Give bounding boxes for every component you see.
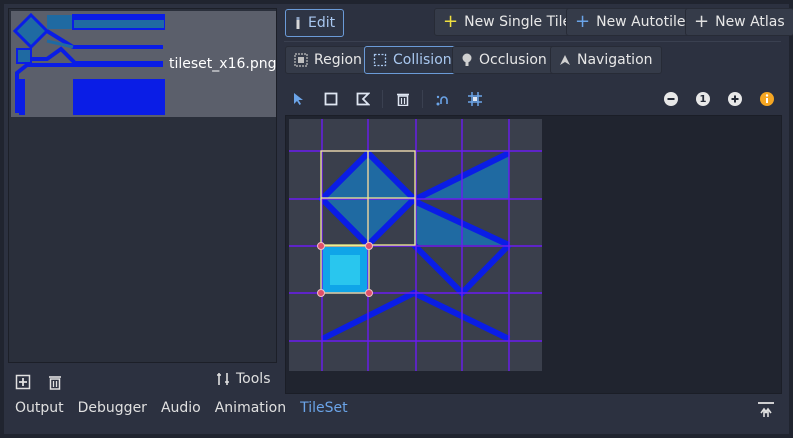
tab-region[interactable]: Region <box>285 46 371 74</box>
grid-snap-icon[interactable] <box>464 88 486 110</box>
collision-toolbar: 1 <box>284 84 781 112</box>
tab-navigation[interactable]: Navigation <box>550 46 662 74</box>
rectangle-icon[interactable] <box>320 88 342 110</box>
tools-button[interactable]: Tools <box>216 371 271 387</box>
edit-button[interactable]: Edit <box>285 9 345 37</box>
tab-region-label: Region <box>314 52 362 68</box>
region-icon <box>294 53 308 67</box>
tab-occlusion[interactable]: Occlusion <box>452 46 556 74</box>
tileset-canvas[interactable] <box>289 119 542 371</box>
zoom-in-icon[interactable] <box>724 88 746 110</box>
trash-icon[interactable] <box>44 371 66 393</box>
new-autotile-label: New Autotile <box>596 14 686 30</box>
tab-collision-label: Collision <box>393 52 452 68</box>
bottom-dock-tabs: Output Debugger Audio Animation TileSet <box>8 400 355 422</box>
edit-pencil-icon <box>296 17 300 29</box>
dock-tab-output[interactable]: Output <box>8 400 71 422</box>
delete-icon[interactable] <box>392 88 414 110</box>
plus-yellow-icon: + <box>443 11 459 32</box>
tab-navigation-label: Navigation <box>577 52 653 68</box>
tileset-list-panel: tileset_x16.png <box>8 8 277 363</box>
new-atlas-label: New Atlas <box>715 14 785 30</box>
edit-label: Edit <box>308 15 336 31</box>
tileset-thumbnail <box>13 13 165 115</box>
dock-tab-audio[interactable]: Audio <box>154 400 208 422</box>
zoom-reset-label: 1 <box>699 93 707 105</box>
plus-blue-icon: + <box>575 11 591 32</box>
zoom-reset-icon[interactable]: 1 <box>692 88 714 110</box>
tools-label: Tools <box>236 371 271 387</box>
tab-collision[interactable]: Collision <box>364 46 461 74</box>
select-arrow-icon[interactable] <box>288 88 310 110</box>
new-single-tile-button[interactable]: + New Single Tile <box>434 8 581 36</box>
left-panel-footer: Tools <box>8 370 277 394</box>
polygon-icon[interactable] <box>352 88 374 110</box>
collision-icon <box>373 53 387 67</box>
tile-editor-viewport[interactable] <box>285 115 782 394</box>
tools-icon <box>217 373 229 385</box>
add-tile-icon[interactable] <box>12 371 34 393</box>
new-single-label: New Single Tile <box>464 14 572 30</box>
plus-white-icon: + <box>694 11 710 32</box>
navigation-icon <box>560 55 570 65</box>
toolbar-separator <box>422 90 423 108</box>
dock-tab-animation[interactable]: Animation <box>208 400 293 422</box>
new-atlas-button[interactable]: + New Atlas <box>685 8 793 36</box>
tileset-list-item[interactable]: tileset_x16.png <box>11 11 276 117</box>
zoom-out-icon[interactable] <box>660 88 682 110</box>
toolbar-separator <box>382 90 383 108</box>
snap-icon[interactable] <box>432 88 454 110</box>
occlusion-icon <box>462 53 472 66</box>
tileset-filename: tileset_x16.png <box>169 56 277 72</box>
expand-dock-icon[interactable] <box>756 401 776 419</box>
dock-tab-debugger[interactable]: Debugger <box>71 400 154 422</box>
tab-occlusion-label: Occlusion <box>479 52 547 68</box>
new-autotile-button[interactable]: + New Autotile <box>566 8 695 36</box>
dock-tab-tileset[interactable]: TileSet <box>293 400 355 422</box>
info-icon[interactable] <box>756 88 778 110</box>
separator <box>284 41 781 42</box>
